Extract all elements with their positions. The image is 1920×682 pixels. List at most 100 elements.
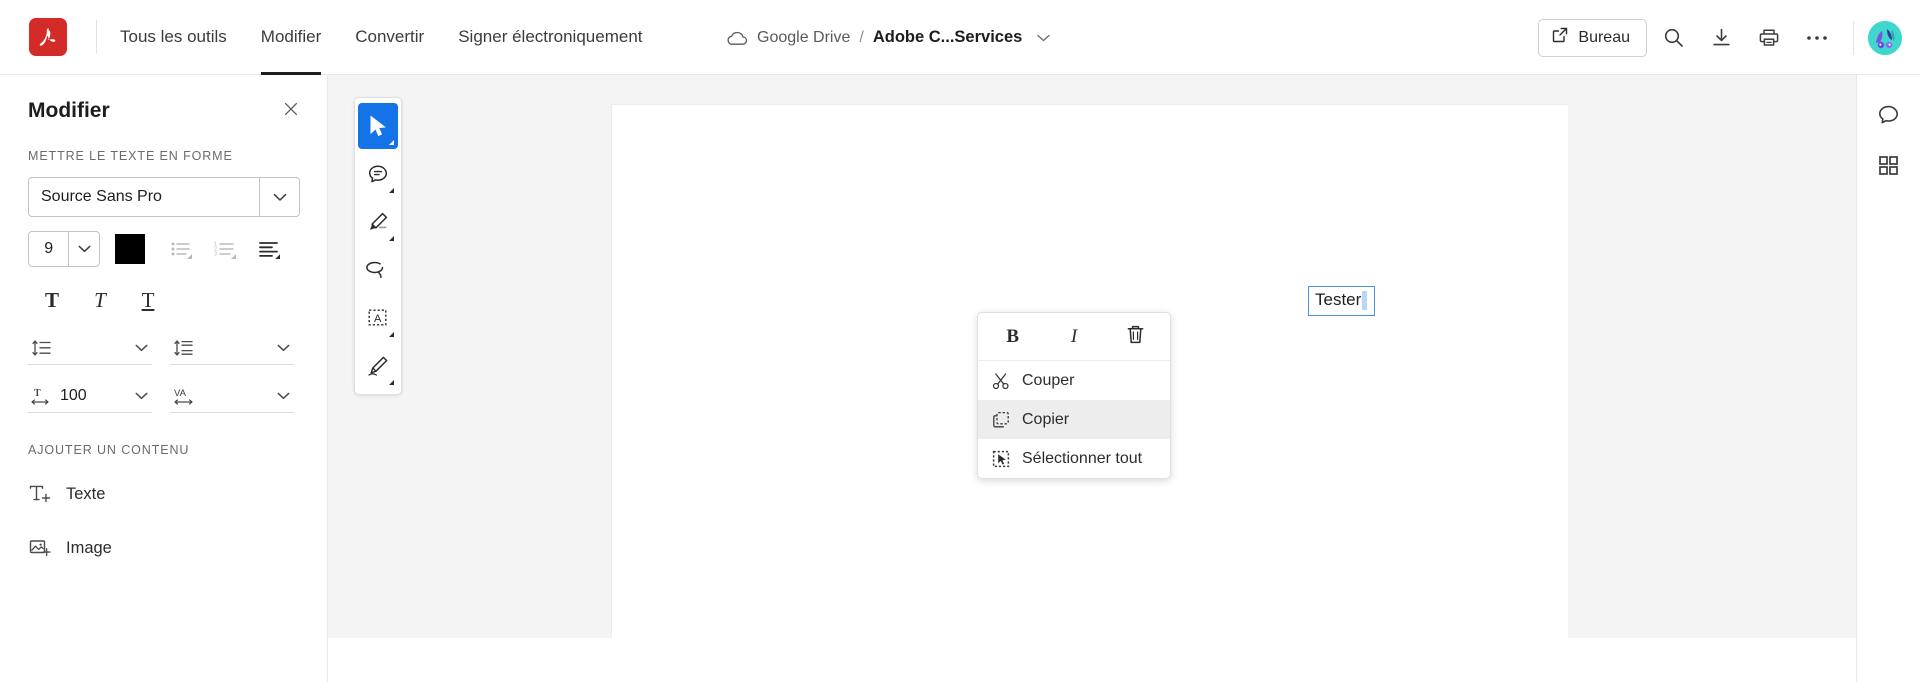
tool-expand-corner bbox=[389, 332, 394, 337]
text-color-swatch[interactable] bbox=[115, 234, 145, 264]
bulleted-list-icon[interactable] bbox=[159, 231, 203, 267]
breadcrumb-document-name[interactable]: Adobe C...Services bbox=[873, 28, 1022, 47]
quick-tools-rail: A bbox=[354, 97, 402, 395]
paragraph-spacing-control[interactable] bbox=[170, 331, 294, 365]
print-icon[interactable] bbox=[1747, 16, 1791, 60]
logo-container bbox=[0, 18, 96, 56]
nav-label: Convertir bbox=[355, 27, 425, 46]
letter-spacing-control[interactable]: VA bbox=[170, 379, 294, 413]
chevron-down-icon[interactable] bbox=[130, 344, 152, 352]
format-section-label: METTRE LE TEXTE EN FORME bbox=[28, 149, 233, 163]
menu-item-label: Couper bbox=[1022, 371, 1075, 389]
italic-icon[interactable]: T bbox=[76, 283, 124, 317]
add-image-item[interactable]: Image bbox=[0, 525, 327, 571]
right-rail bbox=[1856, 75, 1920, 682]
breadcrumb: Google Drive / Adobe C...Services bbox=[726, 0, 1051, 75]
adobe-acrobat-logo[interactable] bbox=[29, 18, 67, 56]
numbered-list-icon[interactable]: 1 2 3 bbox=[203, 231, 247, 267]
svg-text:3: 3 bbox=[214, 252, 217, 258]
text-field-value: Tester bbox=[1315, 290, 1362, 310]
nav-label: Signer électroniquement bbox=[458, 27, 643, 46]
add-image-icon bbox=[28, 538, 52, 558]
scissors-icon bbox=[991, 372, 1010, 390]
desktop-button-label: Bureau bbox=[1578, 28, 1630, 46]
comments-panel-button[interactable] bbox=[1867, 93, 1911, 137]
nav-item-esign[interactable]: Signer électroniquement bbox=[441, 0, 659, 75]
edit-panel: Modifier METTRE LE TEXTE EN FORME Source… bbox=[0, 75, 328, 682]
topbar-actions: Bureau bbox=[1538, 0, 1902, 75]
nav-label: Tous les outils bbox=[120, 27, 227, 46]
font-family-select[interactable]: Source Sans Pro bbox=[28, 177, 300, 217]
menu-item-label: Copier bbox=[1022, 410, 1070, 428]
menu-item-select-all[interactable]: Sélectionner tout bbox=[978, 439, 1170, 478]
close-icon[interactable] bbox=[279, 97, 303, 125]
cloud-icon bbox=[726, 30, 748, 46]
text-align-left-icon[interactable] bbox=[247, 231, 291, 267]
search-icon[interactable] bbox=[1651, 16, 1695, 60]
font-family-value: Source Sans Pro bbox=[41, 188, 162, 205]
chevron-down-icon[interactable] bbox=[1037, 34, 1051, 42]
text-caret bbox=[1362, 291, 1368, 310]
more-horizontal-icon[interactable] bbox=[1795, 16, 1839, 60]
highlight-tool[interactable] bbox=[358, 199, 398, 245]
horizontal-scale-icon: T bbox=[28, 386, 54, 406]
select-tool[interactable] bbox=[358, 103, 398, 149]
menu-item-copy[interactable]: Copier bbox=[978, 400, 1170, 439]
main-nav: Tous les outils Modifier Convertir Signe… bbox=[103, 0, 660, 75]
text-context-menu: B I Couper Copier Sélectionner tout bbox=[977, 312, 1171, 479]
logo-divider bbox=[96, 20, 97, 54]
svg-text:2: 2 bbox=[214, 247, 217, 253]
tool-expand-corner bbox=[389, 140, 394, 145]
add-text-label: Texte bbox=[66, 484, 106, 503]
comment-tool[interactable] bbox=[358, 151, 398, 197]
nav-item-edit[interactable]: Modifier bbox=[244, 0, 338, 75]
add-text-icon bbox=[28, 484, 52, 504]
menu-item-cut[interactable]: Couper bbox=[978, 361, 1170, 400]
sign-tool[interactable] bbox=[358, 343, 398, 389]
all-tools-panel-button[interactable] bbox=[1867, 143, 1911, 187]
nav-item-convert[interactable]: Convertir bbox=[338, 0, 441, 75]
line-spacing-control[interactable] bbox=[28, 331, 152, 365]
scale-row: T 100 VA bbox=[0, 379, 327, 413]
tool-expand-corner bbox=[389, 236, 394, 241]
desktop-button[interactable]: Bureau bbox=[1538, 18, 1647, 57]
avatar[interactable] bbox=[1868, 20, 1902, 55]
draw-tool[interactable] bbox=[358, 247, 398, 293]
page-title: Modifier bbox=[28, 99, 110, 122]
breadcrumb-separator: / bbox=[859, 28, 864, 46]
breadcrumb-storage[interactable]: Google Drive bbox=[757, 29, 850, 47]
text-style-row: T T T bbox=[0, 283, 327, 317]
delete-button[interactable] bbox=[1105, 317, 1166, 357]
tool-expand-corner bbox=[389, 380, 394, 385]
font-row: Source Sans Pro bbox=[0, 177, 327, 217]
trash-icon bbox=[1126, 324, 1145, 350]
chevron-down-icon[interactable] bbox=[130, 392, 152, 400]
text-select-tool[interactable]: A bbox=[358, 295, 398, 341]
download-icon[interactable] bbox=[1699, 16, 1743, 60]
bold-icon[interactable]: T bbox=[28, 283, 76, 317]
add-image-label: Image bbox=[66, 538, 112, 557]
add-section-label: AJOUTER UN CONTENU bbox=[28, 443, 190, 457]
spacing-row bbox=[0, 331, 327, 365]
text-field-tester[interactable]: Tester bbox=[1308, 286, 1376, 316]
size-and-color-row: 9 1 2 3 bbox=[0, 231, 327, 267]
nav-item-all-tools[interactable]: Tous les outils bbox=[103, 0, 244, 75]
italic-button[interactable]: I bbox=[1043, 317, 1104, 357]
select-all-icon bbox=[991, 450, 1010, 468]
add-text-item[interactable]: Texte bbox=[0, 471, 327, 517]
bold-button[interactable]: B bbox=[982, 317, 1043, 357]
chevron-down-icon[interactable] bbox=[68, 232, 99, 266]
svg-text:VA: VA bbox=[174, 388, 187, 399]
document-canvas[interactable]: Tester A B I Couper Copier Sélectionner … bbox=[328, 75, 1573, 638]
chevron-down-icon[interactable] bbox=[272, 392, 294, 400]
letter-spacing-icon: VA bbox=[170, 386, 200, 406]
svg-text:T: T bbox=[34, 388, 41, 399]
font-size-stepper[interactable]: 9 bbox=[28, 231, 100, 267]
chevron-down-icon[interactable] bbox=[272, 344, 294, 352]
nav-label: Modifier bbox=[260, 27, 322, 46]
underline-icon[interactable]: T bbox=[124, 283, 172, 317]
horizontal-scale-control[interactable]: T 100 bbox=[28, 379, 152, 413]
acrobat-window: Tous les outils Modifier Convertir Signe… bbox=[0, 0, 1920, 682]
chevron-down-icon[interactable] bbox=[259, 178, 299, 216]
external-link-icon bbox=[1552, 27, 1568, 48]
